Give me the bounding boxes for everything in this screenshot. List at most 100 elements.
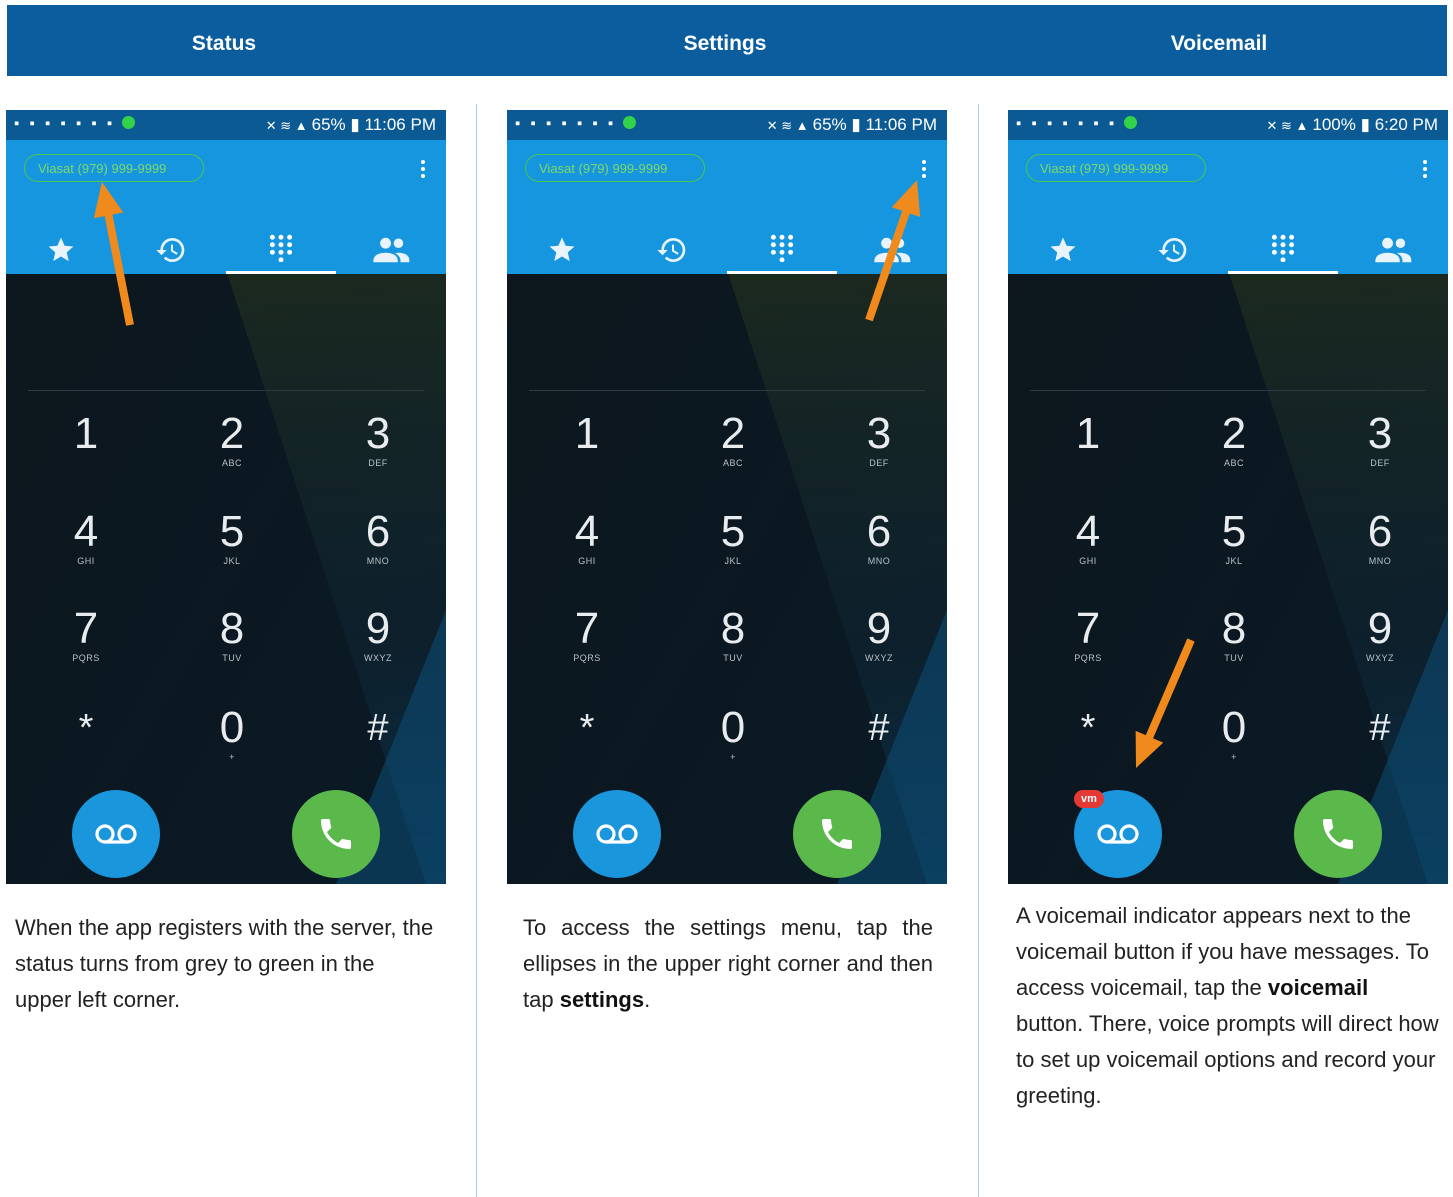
- dialpad-key-7[interactable]: 7 PQRS: [26, 605, 146, 685]
- dialpad-key-hash[interactable]: #: [1320, 704, 1440, 784]
- registration-status-pill[interactable]: Viasat (979) 999-9999: [24, 154, 204, 182]
- call-button[interactable]: [1294, 790, 1382, 878]
- call-button[interactable]: [793, 790, 881, 878]
- dialpad-key-0[interactable]: 0 +: [1174, 704, 1294, 784]
- key-letters: JKL: [724, 556, 742, 566]
- phone-screenshot: ▪ ▪ ▪ ▪ ▪ ▪ ▪ ✕ ≋ ▲ 65% ▮ 11:06 PM Viasat …: [507, 110, 947, 884]
- key-letters: DEF: [368, 458, 388, 468]
- dialpad-key-7[interactable]: 7 PQRS: [527, 605, 647, 685]
- tab-dialpad[interactable]: [226, 228, 336, 268]
- voicemail-heading: Voicemail: [1170, 32, 1268, 55]
- dialpad-key-5[interactable]: 5 JKL: [1174, 508, 1294, 588]
- tab-history[interactable]: [116, 230, 226, 270]
- dialpad-key-1[interactable]: 1: [527, 410, 647, 490]
- dialpad-key-star[interactable]: *: [527, 704, 647, 784]
- dialpad-key-1[interactable]: 1: [1028, 410, 1148, 490]
- registration-status-pill[interactable]: Viasat (979) 999-9999: [525, 154, 705, 182]
- signal-icons: ✕ ≋ ▲: [766, 118, 809, 133]
- dialpad-key-8[interactable]: 8 TUV: [673, 605, 793, 685]
- tab-history[interactable]: [617, 230, 727, 270]
- key-digit: *: [579, 707, 595, 749]
- dialpad-key-9[interactable]: 9 WXYZ: [318, 605, 438, 685]
- dialpad-key-3[interactable]: 3 DEF: [819, 410, 939, 490]
- dialpad-key-8[interactable]: 8 TUV: [172, 605, 292, 685]
- overflow-menu-icon[interactable]: [1420, 160, 1430, 182]
- dialpad-key-6[interactable]: 6 MNO: [318, 508, 438, 588]
- dialpad-key-star[interactable]: *: [1028, 704, 1148, 784]
- key-letters: +: [229, 752, 235, 762]
- dialpad-key-4[interactable]: 4 GHI: [527, 508, 647, 588]
- dialpad-key-6[interactable]: 6 MNO: [819, 508, 939, 588]
- contacts-icon: [372, 236, 410, 264]
- tab-dialpad[interactable]: [727, 228, 837, 268]
- key-letters: GHI: [1079, 556, 1097, 566]
- dialpad-key-star[interactable]: *: [26, 704, 146, 784]
- phone-screenshot: ▪ ▪ ▪ ▪ ▪ ▪ ▪ ✕ ≋ ▲ 65% ▮ 11:06 PM Viasat …: [6, 110, 446, 884]
- key-letters: DEF: [869, 458, 889, 468]
- tab-favorites-star[interactable]: [6, 230, 116, 270]
- dialpad-key-8[interactable]: 8 TUV: [1174, 605, 1294, 685]
- tab-history[interactable]: [1118, 230, 1228, 270]
- tab-favorites-star[interactable]: [1008, 230, 1118, 270]
- registration-status-pill[interactable]: Viasat (979) 999-9999: [1026, 154, 1206, 182]
- dialpad-key-6[interactable]: 6 MNO: [1320, 508, 1440, 588]
- key-letters: GHI: [578, 556, 596, 566]
- dialpad-key-5[interactable]: 5 JKL: [172, 508, 292, 588]
- contacts-icon: [873, 236, 911, 264]
- dialpad-key-5[interactable]: 5 JKL: [673, 508, 793, 588]
- android-status-bar: ▪ ▪ ▪ ▪ ▪ ▪ ▪ ✕ ≋ ▲ 65% ▮ 11:06 PM: [6, 110, 446, 140]
- key-digit: 3: [866, 409, 892, 458]
- call-button[interactable]: [292, 790, 380, 878]
- dialpad-key-3[interactable]: 3 DEF: [1320, 410, 1440, 490]
- favorites-star-icon: [546, 235, 578, 265]
- overflow-menu-icon[interactable]: [919, 160, 929, 182]
- voicemail-button[interactable]: [573, 790, 661, 878]
- key-digit: 1: [73, 409, 99, 458]
- dialpad-key-4[interactable]: 4 GHI: [26, 508, 146, 588]
- dialpad-separator: [28, 390, 424, 391]
- dialpad-key-9[interactable]: 9 WXYZ: [1320, 605, 1440, 685]
- dialpad-key-2[interactable]: 2 ABC: [673, 410, 793, 490]
- dialpad-key-0[interactable]: 0 +: [172, 704, 292, 784]
- key-letters: MNO: [1368, 556, 1392, 566]
- dialpad-key-0[interactable]: 0 +: [673, 704, 793, 784]
- green-dot-icon: [1124, 116, 1138, 129]
- notification-icons: ▪ ▪ ▪ ▪ ▪ ▪ ▪: [515, 115, 637, 132]
- dialpad-key-1[interactable]: 1: [26, 410, 146, 490]
- key-digit: 1: [574, 409, 600, 458]
- dialpad-key-9[interactable]: 9 WXYZ: [819, 605, 939, 685]
- key-digit: 7: [73, 604, 99, 653]
- key-digit: 2: [219, 409, 245, 458]
- key-letters: JKL: [223, 556, 241, 566]
- key-digit: 6: [365, 507, 391, 556]
- dialpad-key-4[interactable]: 4 GHI: [1028, 508, 1148, 588]
- tab-dialpad[interactable]: [1228, 228, 1338, 268]
- dialpad-key-hash[interactable]: #: [318, 704, 438, 784]
- dialpad-key-2[interactable]: 2 ABC: [172, 410, 292, 490]
- contacts-icon: [1374, 236, 1412, 264]
- android-status-bar: ▪ ▪ ▪ ▪ ▪ ▪ ▪ ✕ ≋ ▲ 100% ▮ 6:20 PM: [1008, 110, 1448, 140]
- green-dot-icon: [623, 116, 637, 129]
- history-icon: [1155, 234, 1191, 266]
- tab-contacts[interactable]: [1338, 230, 1448, 270]
- tab-favorites-star[interactable]: [507, 230, 617, 270]
- status-heading: Status: [191, 32, 257, 55]
- key-letters: TUV: [723, 653, 743, 663]
- tab-contacts[interactable]: [837, 230, 947, 270]
- app-bar: Viasat (979) 999-9999: [1008, 140, 1448, 274]
- voicemail-icon: [596, 824, 638, 844]
- active-tab-indicator: [226, 271, 336, 274]
- signal-icons: ✕ ≋ ▲: [1266, 118, 1309, 133]
- key-digit: *: [78, 707, 94, 749]
- dialpad-key-7[interactable]: 7 PQRS: [1028, 605, 1148, 685]
- voicemail-button[interactable]: [72, 790, 160, 878]
- dialpad-key-2[interactable]: 2 ABC: [1174, 410, 1294, 490]
- overflow-menu-icon[interactable]: [418, 160, 428, 182]
- key-digit: 4: [73, 507, 99, 556]
- app-bar: Viasat (979) 999-9999: [507, 140, 947, 274]
- key-digit: 5: [1221, 507, 1247, 556]
- dialpad-key-3[interactable]: 3 DEF: [318, 410, 438, 490]
- dialpad-key-hash[interactable]: #: [819, 704, 939, 784]
- key-letters: ABC: [722, 458, 743, 468]
- tab-contacts[interactable]: [336, 230, 446, 270]
